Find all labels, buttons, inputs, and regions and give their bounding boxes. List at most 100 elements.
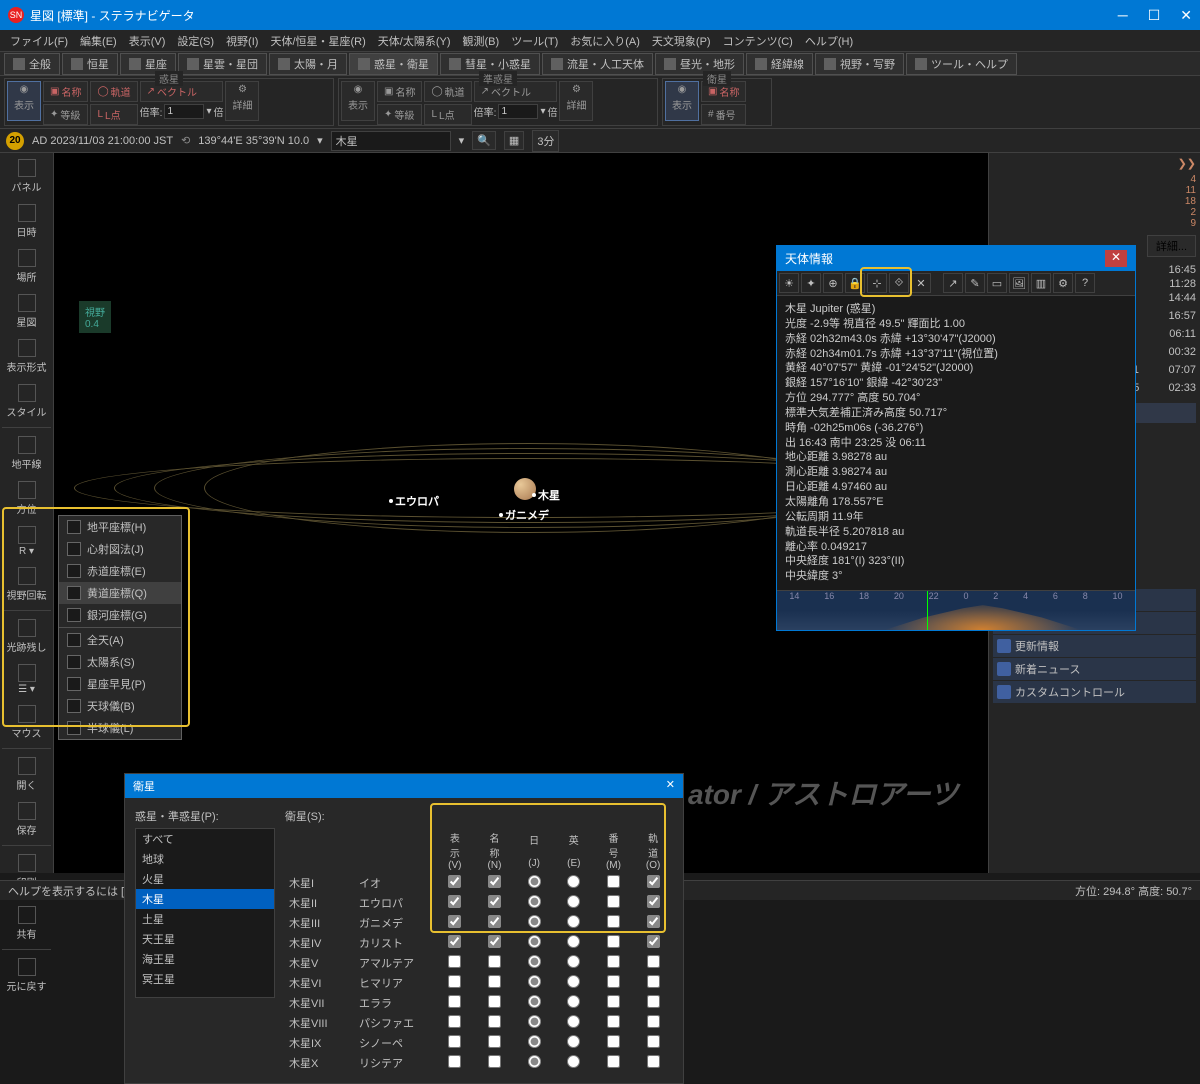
ribbon-tab[interactable]: ツール・ヘルプ: [906, 53, 1017, 75]
num-check[interactable]: [607, 1015, 620, 1028]
jp-radio[interactable]: [528, 915, 541, 928]
vis-check[interactable]: [448, 875, 461, 888]
orbit-check[interactable]: [647, 1035, 660, 1048]
step-select[interactable]: 3分: [532, 130, 559, 152]
lock-icon[interactable]: 🔒: [845, 273, 865, 293]
left-panel-button[interactable]: 日時: [2, 200, 51, 243]
sidebar-link[interactable]: 新着ニュース: [993, 658, 1196, 680]
name-check[interactable]: [488, 1035, 501, 1048]
left-panel-button[interactable]: 場所: [2, 245, 51, 288]
name-check[interactable]: [488, 1055, 501, 1068]
left-panel-button[interactable]: スタイル: [2, 380, 51, 423]
orbit-check[interactable]: [647, 1015, 660, 1028]
orbit-check[interactable]: [647, 975, 660, 988]
orbit-check[interactable]: [647, 1055, 660, 1068]
name-check[interactable]: [488, 915, 501, 928]
jp-radio[interactable]: [528, 995, 541, 1008]
moon-show[interactable]: ◉表示: [665, 81, 699, 121]
left-panel-button[interactable]: 開く: [2, 753, 51, 796]
track-icon[interactable]: ⟐: [889, 273, 909, 293]
coord-menu-item[interactable]: 半球儀(L): [59, 717, 181, 739]
en-radio[interactable]: [567, 875, 580, 888]
menu-item[interactable]: 観測(B): [457, 31, 506, 51]
ribbon-tab[interactable]: 視野・写野: [815, 53, 904, 75]
menu-item[interactable]: コンテンツ(C): [717, 31, 799, 51]
star-icon[interactable]: ✦: [801, 273, 821, 293]
menu-item[interactable]: 天文現象(P): [646, 31, 717, 51]
sidebar-link[interactable]: カスタムコントロール: [993, 681, 1196, 703]
ribbon-tab[interactable]: 経緯線: [746, 53, 813, 75]
vis-check[interactable]: [448, 915, 461, 928]
num-check[interactable]: [607, 895, 620, 908]
name-check[interactable]: [488, 1015, 501, 1028]
quasi-detail[interactable]: ⚙詳細: [559, 81, 593, 121]
menu-item[interactable]: ヘルプ(H): [799, 31, 859, 51]
planet-list-item[interactable]: 海王星: [136, 949, 274, 969]
grid-icon[interactable]: ▦: [504, 131, 524, 150]
help-icon[interactable]: ?: [1075, 273, 1095, 293]
en-radio[interactable]: [567, 1055, 580, 1068]
quasi-name[interactable]: ▣ 名称: [377, 81, 422, 102]
coord-menu-item[interactable]: 赤道座標(E): [59, 560, 181, 582]
en-radio[interactable]: [567, 955, 580, 968]
name-check[interactable]: [488, 995, 501, 1008]
vis-check[interactable]: [448, 1015, 461, 1028]
lpoint-toggle[interactable]: L L点: [90, 104, 137, 125]
orbit-check[interactable]: [647, 875, 660, 888]
left-panel-button[interactable]: 元に戻す: [2, 954, 51, 997]
planet-list-item[interactable]: 火星: [136, 869, 274, 889]
quasi-lpoint[interactable]: L L点: [424, 104, 471, 125]
menu-item[interactable]: ツール(T): [505, 31, 564, 51]
ribbon-tab[interactable]: 流星・人工天体: [542, 53, 653, 75]
num-check[interactable]: [607, 995, 620, 1008]
coord-menu-item[interactable]: 全天(A): [59, 629, 181, 651]
left-panel-button[interactable]: 共有: [2, 902, 51, 945]
ribbon-tab[interactable]: 恒星: [62, 53, 118, 75]
ribbon-tab[interactable]: 太陽・月: [269, 53, 347, 75]
left-panel-button[interactable]: 方位: [2, 477, 51, 520]
planet-list-item[interactable]: すべて: [136, 829, 274, 849]
vis-check[interactable]: [448, 975, 461, 988]
menu-item[interactable]: 天体/太陽系(Y): [372, 31, 457, 51]
planet-detail[interactable]: ⚙詳細: [225, 81, 259, 121]
planet-list-item[interactable]: 天王星: [136, 929, 274, 949]
show-button[interactable]: ◉表示: [7, 81, 41, 121]
jp-radio[interactable]: [528, 1015, 541, 1028]
orbit-check[interactable]: [647, 995, 660, 1008]
ribbon-tab[interactable]: 惑星・衛星: [349, 53, 438, 75]
en-radio[interactable]: [567, 995, 580, 1008]
menu-item[interactable]: 天体/恒星・星座(R): [264, 31, 371, 51]
jp-radio[interactable]: [528, 1055, 541, 1068]
vis-check[interactable]: [448, 1055, 461, 1068]
maximize-button[interactable]: ☐: [1148, 7, 1161, 24]
left-panel-button[interactable]: マウス: [2, 701, 51, 744]
num-check[interactable]: [607, 1035, 620, 1048]
left-panel-button[interactable]: 光跡残し: [2, 615, 51, 658]
coords-display[interactable]: 139°44'E 35°39'N 10.0: [198, 135, 309, 147]
coord-menu-item[interactable]: 心射図法(J): [59, 538, 181, 560]
menu-item[interactable]: ファイル(F): [4, 31, 74, 51]
coord-menu-item[interactable]: 太陽系(S): [59, 651, 181, 673]
layout-icon[interactable]: ▥: [1031, 273, 1051, 293]
name-check[interactable]: [488, 975, 501, 988]
num-check[interactable]: [607, 1055, 620, 1068]
left-panel-button[interactable]: 視野回転: [2, 563, 51, 606]
orbit-check[interactable]: [647, 915, 660, 928]
planet-list-item[interactable]: 地球: [136, 849, 274, 869]
expand-icon[interactable]: ❯❯: [1178, 157, 1196, 170]
image-icon[interactable]: 🖼: [1009, 273, 1029, 293]
num-check[interactable]: [607, 915, 620, 928]
target-select[interactable]: 木星: [331, 131, 451, 151]
orbit-toggle[interactable]: ◯ 軌道: [90, 81, 137, 102]
left-panel-button[interactable]: 表示形式: [2, 335, 51, 378]
name-check[interactable]: [488, 895, 501, 908]
name-toggle[interactable]: ▣ 名称: [43, 81, 88, 102]
status-badge[interactable]: 20: [6, 132, 24, 150]
moon-dialog-close[interactable]: ✕: [666, 778, 675, 794]
vis-check[interactable]: [448, 935, 461, 948]
left-panel-button[interactable]: 星図: [2, 290, 51, 333]
menu-item[interactable]: 視野(I): [220, 31, 264, 51]
edit-icon[interactable]: ✎: [965, 273, 985, 293]
jp-radio[interactable]: [528, 895, 541, 908]
left-panel-button[interactable]: ☰ ▾: [2, 660, 51, 699]
